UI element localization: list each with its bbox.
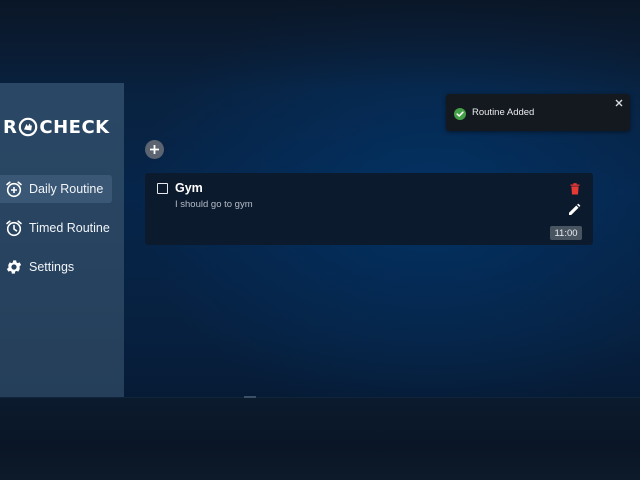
close-icon <box>615 99 623 107</box>
add-routine-button[interactable] <box>145 140 164 159</box>
gear-icon <box>5 258 23 276</box>
top-shade <box>0 0 640 90</box>
sidebar-item-label: Timed Routine <box>29 221 110 235</box>
toast-close-button[interactable] <box>614 98 624 108</box>
pencil-icon <box>568 203 581 216</box>
check-circle-icon <box>454 107 466 120</box>
alarm-add-icon <box>5 180 23 198</box>
routine-title: Gym <box>175 181 203 195</box>
plus-icon <box>149 144 160 155</box>
sidebar-item-label: Daily Routine <box>29 182 104 196</box>
logo-suffix: CHECK <box>39 116 110 138</box>
app-logo: R CHECK <box>3 116 110 138</box>
edit-button[interactable] <box>567 202 581 216</box>
sidebar-item-label: Settings <box>29 260 75 274</box>
resize-handle[interactable] <box>244 396 256 398</box>
routine-description: I should go to gym <box>175 199 253 210</box>
logo-prefix: R <box>3 116 18 138</box>
toast-message: Routine Added <box>472 107 535 118</box>
routine-card: Gym I should go to gym 11:00 <box>145 173 593 245</box>
sidebar-item-daily-routine[interactable]: Daily Routine <box>0 175 112 203</box>
delete-button[interactable] <box>569 182 581 195</box>
toast-notification: Routine Added <box>446 94 630 131</box>
bottom-panel <box>0 397 640 480</box>
hand-circle-logo-icon <box>18 117 38 137</box>
alarm-clock-icon <box>5 219 23 237</box>
sidebar-item-settings[interactable]: Settings <box>0 253 112 281</box>
sidebar-item-timed-routine[interactable]: Timed Routine <box>0 214 112 242</box>
trash-icon <box>570 182 580 195</box>
routine-time-badge: 11:00 <box>550 226 582 240</box>
routine-checkbox[interactable] <box>157 183 168 194</box>
